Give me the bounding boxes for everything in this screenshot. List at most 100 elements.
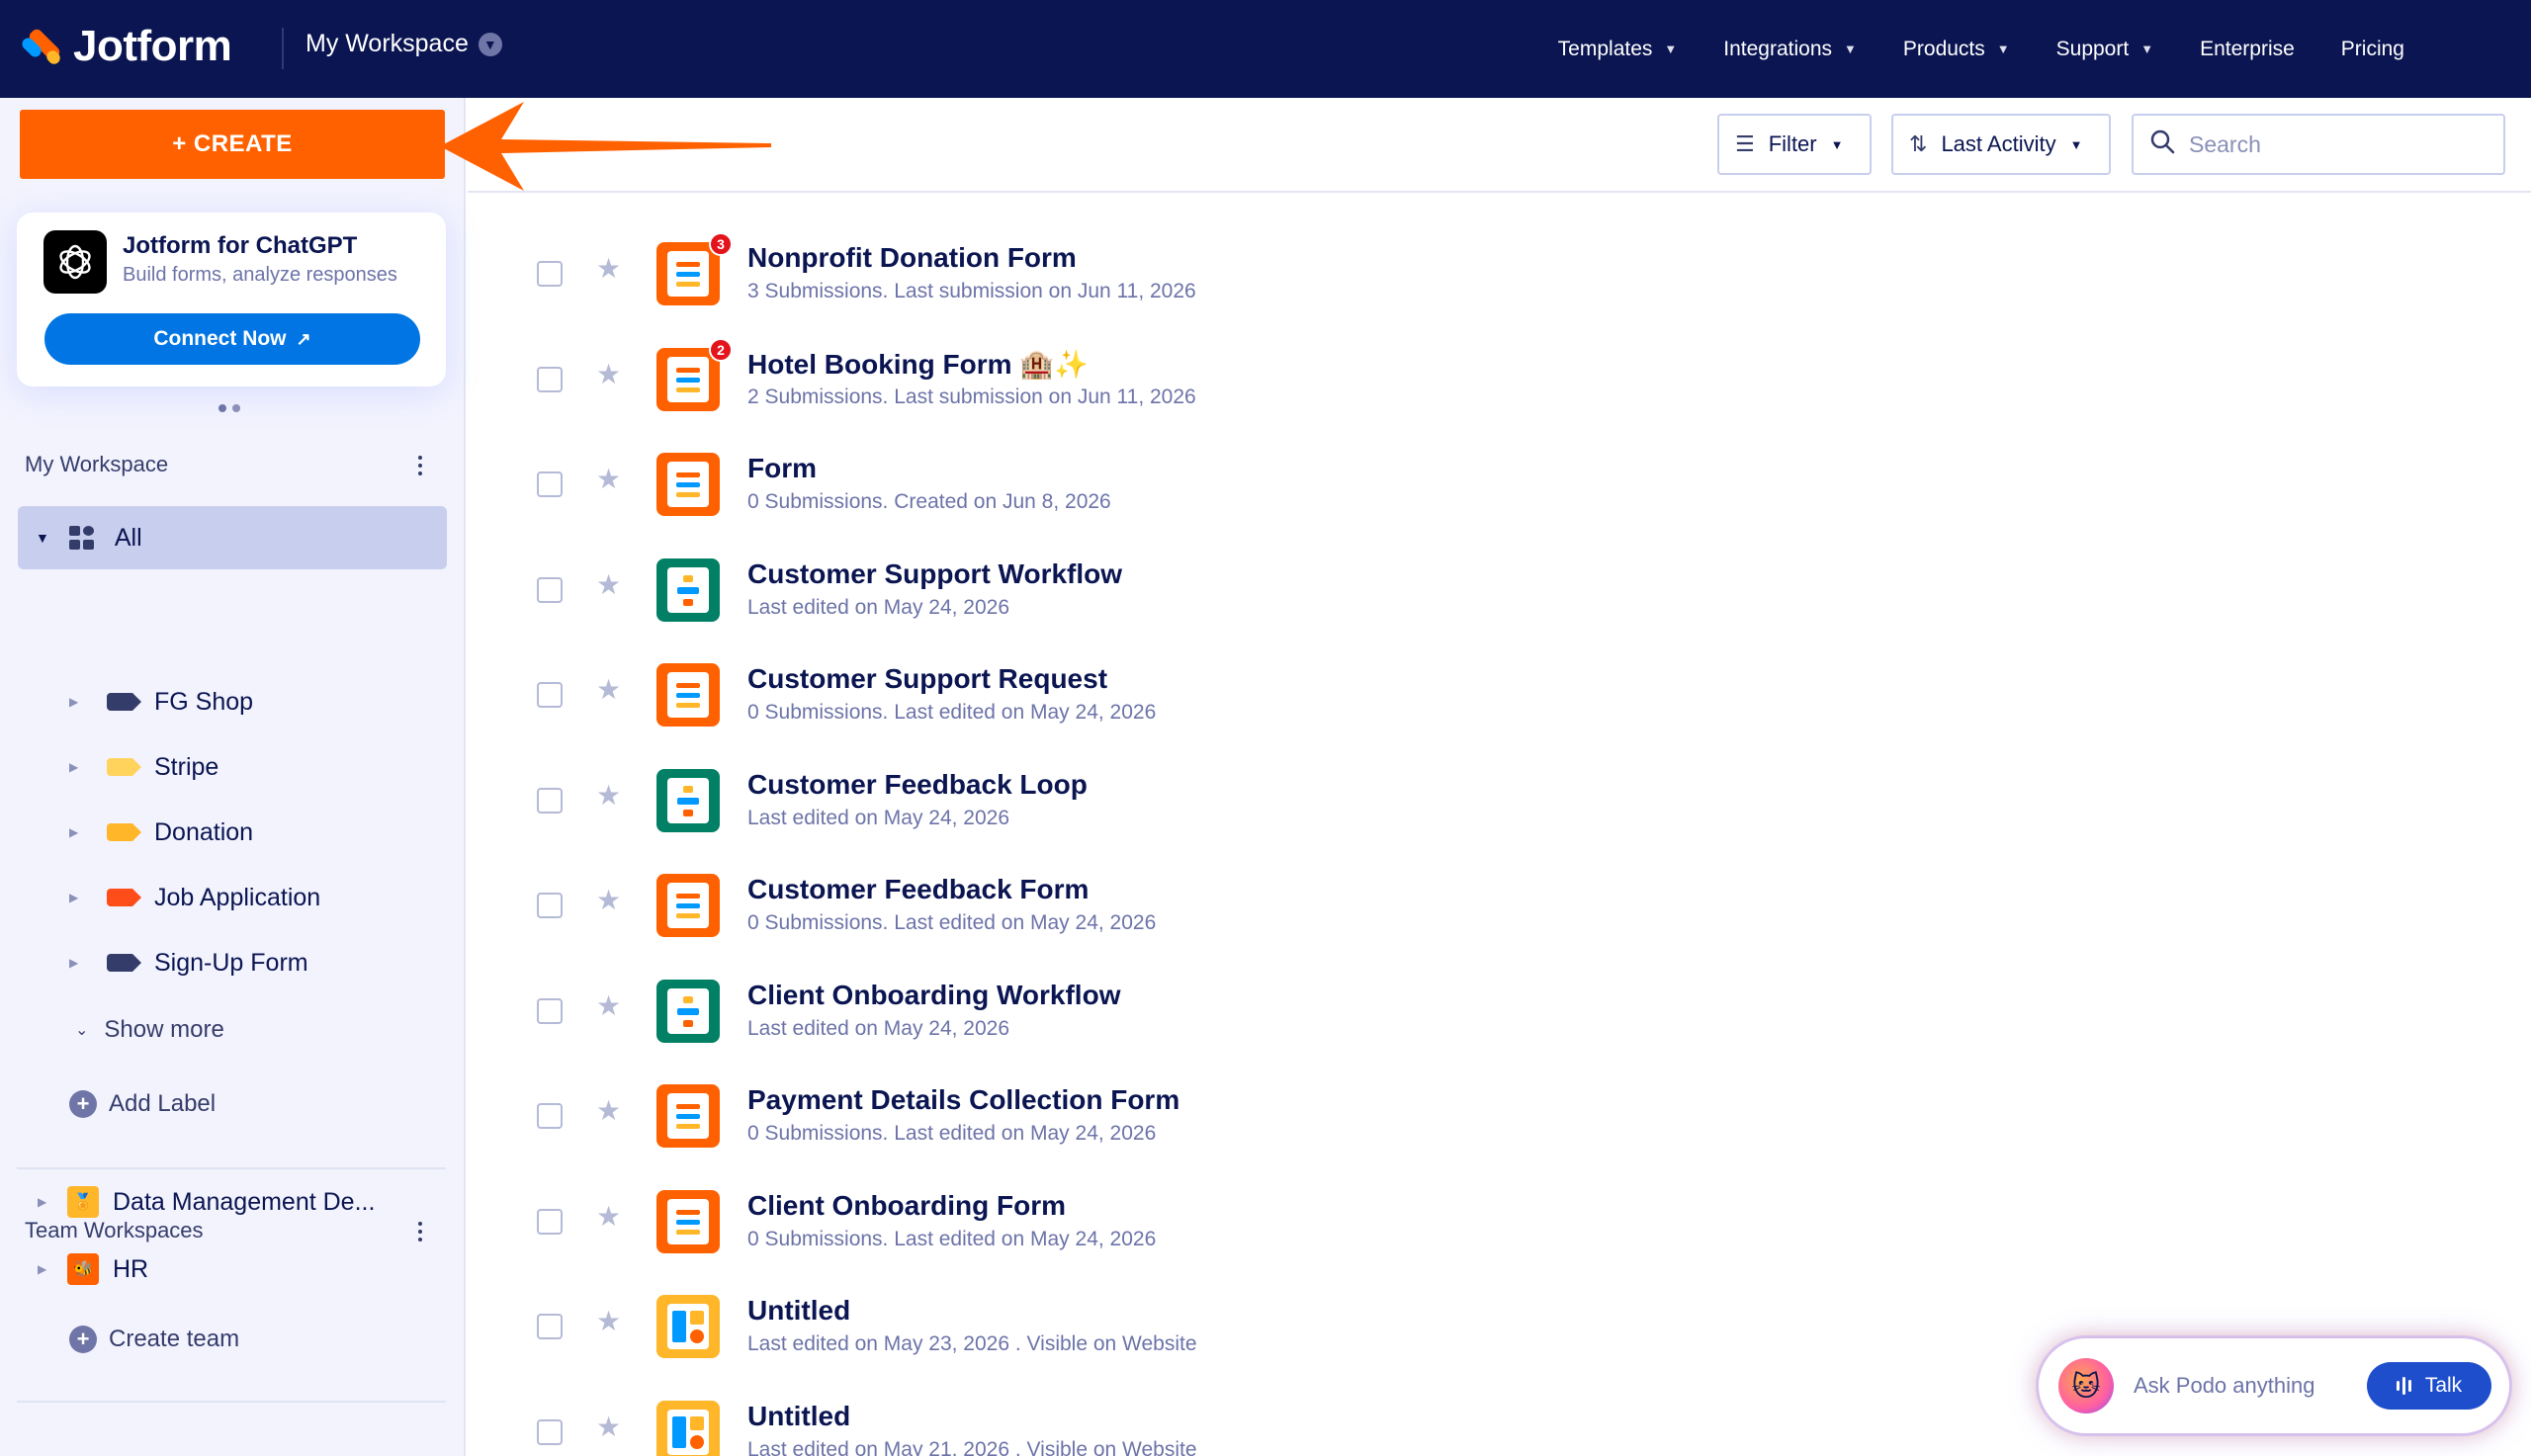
form-list-item[interactable]: ★ Customer Feedback Form 0 Submissions. La… (468, 826, 2531, 937)
row-checkbox[interactable] (537, 682, 563, 708)
caret-right-icon[interactable]: ▶ (38, 1262, 59, 1276)
workspace-switcher[interactable]: My Workspace ▼ (305, 30, 502, 58)
row-checkbox[interactable] (537, 788, 563, 814)
promo-title: Jotform for ChatGPT (123, 232, 358, 259)
star-icon[interactable]: ★ (596, 779, 621, 812)
form-title[interactable]: Hotel Booking Form 🏨✨ (747, 348, 1089, 381)
nav-link-support[interactable]: Support ▼ (2056, 38, 2153, 61)
star-icon[interactable]: ★ (596, 673, 621, 706)
grid-icon (68, 526, 95, 550)
nav-link-pricing[interactable]: Pricing (2341, 38, 2404, 61)
show-more-button[interactable]: ⌄ Show more (75, 1016, 224, 1044)
sidebar-label-item[interactable]: ▶ FG Shop (69, 682, 253, 722)
form-title[interactable]: Customer Feedback Loop (747, 769, 1088, 801)
form-title[interactable]: Untitled (747, 1401, 850, 1432)
row-checkbox[interactable] (537, 1314, 563, 1339)
row-checkbox[interactable] (537, 261, 563, 287)
chevron-down-icon: ▼ (2140, 42, 2154, 56)
form-title[interactable]: Untitled (747, 1295, 850, 1327)
row-checkbox[interactable] (537, 1209, 563, 1235)
carousel-dots[interactable] (218, 404, 240, 412)
form-list-item[interactable]: ★ Form 0 Submissions. Created on Jun 8, 20… (468, 405, 2531, 516)
star-icon[interactable]: ★ (596, 252, 621, 285)
form-list-item[interactable]: ★ Customer Support Request 0 Submissions. … (468, 616, 2531, 727)
row-checkbox[interactable] (537, 1419, 563, 1445)
add-label-button[interactable]: + Add Label (69, 1090, 216, 1118)
podo-input-placeholder[interactable]: Ask Podo anything (2134, 1373, 2314, 1399)
form-title[interactable]: Form (747, 453, 817, 484)
caret-right-icon[interactable]: ▶ (69, 695, 91, 709)
sidebar-item-all[interactable]: ▼ All (18, 506, 447, 569)
form-list-item[interactable]: ★ 2 Hotel Booking Form 🏨✨ 2 Submissions. La… (468, 300, 2531, 411)
sidebar-label-item[interactable]: ▶ Job Application (69, 878, 320, 917)
search-input[interactable]: Search (2132, 114, 2505, 175)
nav-link-templates[interactable]: Templates ▼ (1558, 38, 1678, 61)
caret-right-icon[interactable]: ▶ (69, 760, 91, 774)
sort-button[interactable]: ⇅ Last Activity ▼ (1891, 114, 2111, 175)
sidebar-divider (17, 1401, 446, 1403)
label-tag-icon (107, 693, 141, 711)
form-list-item[interactable]: ★ Untitled Last edited on May 23, 2026 . V… (468, 1247, 2531, 1358)
create-team-button[interactable]: + Create team (69, 1326, 239, 1353)
form-type-icon (656, 242, 720, 305)
talk-button[interactable]: Talk (2367, 1362, 2491, 1410)
form-list-item[interactable]: ★ 3 Nonprofit Donation Form 3 Submissions. … (468, 195, 2531, 305)
form-title[interactable]: Customer Feedback Form (747, 874, 1089, 905)
workspace-label: My Workspace (305, 30, 469, 57)
connect-now-button[interactable]: Connect Now ↗ (44, 313, 420, 365)
row-checkbox[interactable] (537, 998, 563, 1024)
caret-right-icon[interactable]: ▶ (69, 956, 91, 970)
caret-right-icon[interactable]: ▶ (38, 1195, 59, 1209)
star-icon[interactable]: ★ (596, 463, 621, 495)
star-icon[interactable]: ★ (596, 358, 621, 390)
star-icon[interactable]: ★ (596, 989, 621, 1022)
jotform-logo[interactable]: Jotform (19, 22, 232, 71)
plus-icon: + (69, 1326, 97, 1353)
nav-link-label: Support (2055, 37, 2130, 60)
star-icon[interactable]: ★ (596, 1094, 621, 1127)
sidebar-label-item[interactable]: ▶ Sign-Up Form (69, 943, 308, 983)
row-checkbox[interactable] (537, 1103, 563, 1129)
star-icon[interactable]: ★ (596, 568, 621, 601)
form-list-item[interactable]: ★ Customer Support Workflow Last edited on… (468, 511, 2531, 622)
sidebar-label-item[interactable]: ▶ Donation (69, 813, 253, 852)
form-list-item[interactable]: ★ Client Onboarding Workflow Last edited o… (468, 932, 2531, 1043)
workspace-more-icon[interactable] (413, 451, 427, 480)
podo-assistant-bar[interactable]: 🐱 Ask Podo anything Talk (2039, 1338, 2509, 1433)
row-checkbox[interactable] (537, 367, 563, 392)
nav-link-products[interactable]: Products ▼ (1903, 38, 2010, 61)
form-title[interactable]: Customer Support Workflow (747, 558, 1122, 590)
caret-down-icon[interactable]: ▼ (36, 530, 49, 546)
form-title[interactable]: Payment Details Collection Form (747, 1084, 1179, 1116)
form-title[interactable]: Nonprofit Donation Form (747, 242, 1077, 274)
flow-type-icon (656, 980, 720, 1043)
form-title[interactable]: Client Onboarding Workflow (747, 980, 1120, 1011)
sidebar-label-name: Job Application (154, 883, 321, 911)
chevron-down-icon: ▼ (1844, 42, 1857, 56)
caret-right-icon[interactable]: ▶ (69, 891, 91, 904)
form-list-item[interactable]: ★ Payment Details Collection Form 0 Submis… (468, 1037, 2531, 1148)
form-list-item[interactable]: ★ Customer Feedback Loop Last edited on Ma… (468, 722, 2531, 832)
team-workspace-item[interactable]: ▶ 🐝 HR (38, 1249, 148, 1289)
unread-count-badge: 2 (709, 338, 733, 362)
form-title[interactable]: Customer Support Request (747, 663, 1107, 695)
star-icon[interactable]: ★ (596, 1200, 621, 1233)
team-workspace-item[interactable]: ▶ 🏅 Data Management De... (38, 1182, 375, 1222)
filter-button[interactable]: ☰ Filter ▼ (1717, 114, 1872, 175)
create-button[interactable]: + CREATE (20, 110, 445, 179)
chevron-down-icon: ▼ (1830, 136, 1844, 152)
team-more-icon[interactable] (413, 1217, 427, 1246)
caret-right-icon[interactable]: ▶ (69, 825, 91, 839)
star-icon[interactable]: ★ (596, 1411, 621, 1443)
form-title[interactable]: Client Onboarding Form (747, 1190, 1066, 1222)
row-checkbox[interactable] (537, 893, 563, 918)
label-tag-icon (107, 758, 141, 776)
row-checkbox[interactable] (537, 577, 563, 603)
nav-link-enterprise[interactable]: Enterprise (2200, 38, 2295, 61)
star-icon[interactable]: ★ (596, 1305, 621, 1337)
row-checkbox[interactable] (537, 471, 563, 497)
nav-link-integrations[interactable]: Integrations ▼ (1723, 38, 1857, 61)
sidebar-label-item[interactable]: ▶ Stripe (69, 747, 218, 787)
star-icon[interactable]: ★ (596, 884, 621, 916)
form-list-item[interactable]: ★ Client Onboarding Form 0 Submissions. La… (468, 1143, 2531, 1253)
